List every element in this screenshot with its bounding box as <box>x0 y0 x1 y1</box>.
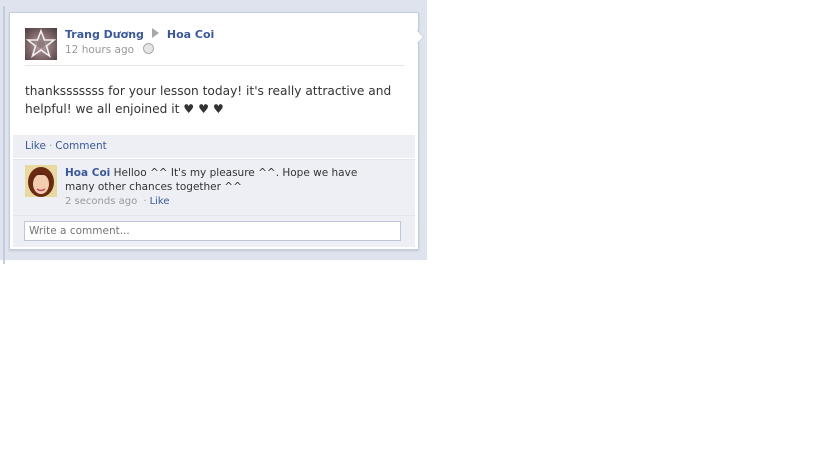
comment-like-link[interactable]: Like <box>150 196 170 207</box>
comment-timestamp[interactable]: 2 seconds ago <box>65 196 137 207</box>
card-pointer-fill <box>417 31 423 43</box>
post-text: thanksssssss for your lesson today! it's… <box>25 84 392 116</box>
star-icon <box>25 28 57 58</box>
write-comment-row <box>13 215 415 247</box>
timeline-spine <box>3 6 5 264</box>
comment-item: Hoa Coi Helloo ^^ It's my pleasure ^^. H… <box>13 159 415 215</box>
story-card: Trang Dương Hoa Coi 12 hours ago thanksss… <box>9 12 419 250</box>
commenter-avatar[interactable] <box>25 165 57 197</box>
comment-separator: · <box>143 196 147 207</box>
author-avatar[interactable] <box>25 28 57 60</box>
post-meta: 12 hours ago <box>65 43 155 56</box>
comment-link[interactable]: Comment <box>55 140 106 152</box>
action-bar: Like · Comment <box>13 135 415 158</box>
comment-body: Hoa Coi Helloo ^^ It's my pleasure ^^. H… <box>65 166 375 209</box>
header-divider <box>25 65 404 66</box>
target-link[interactable]: Hoa Coi <box>167 28 214 41</box>
comment-meta: 2 seconds ago · Like <box>65 195 375 209</box>
post-header: Trang Dương Hoa Coi <box>65 28 214 41</box>
post-timestamp[interactable]: 12 hours ago <box>65 44 134 56</box>
commenter-link[interactable]: Hoa Coi <box>65 167 110 179</box>
comment-input[interactable] <box>24 221 401 241</box>
person-photo-icon <box>25 165 57 197</box>
like-link[interactable]: Like <box>25 140 46 152</box>
action-separator: · <box>48 140 53 152</box>
triangle-right-icon <box>151 28 159 38</box>
author-link[interactable]: Trang Dương <box>65 28 144 41</box>
globe-icon[interactable] <box>143 43 155 54</box>
